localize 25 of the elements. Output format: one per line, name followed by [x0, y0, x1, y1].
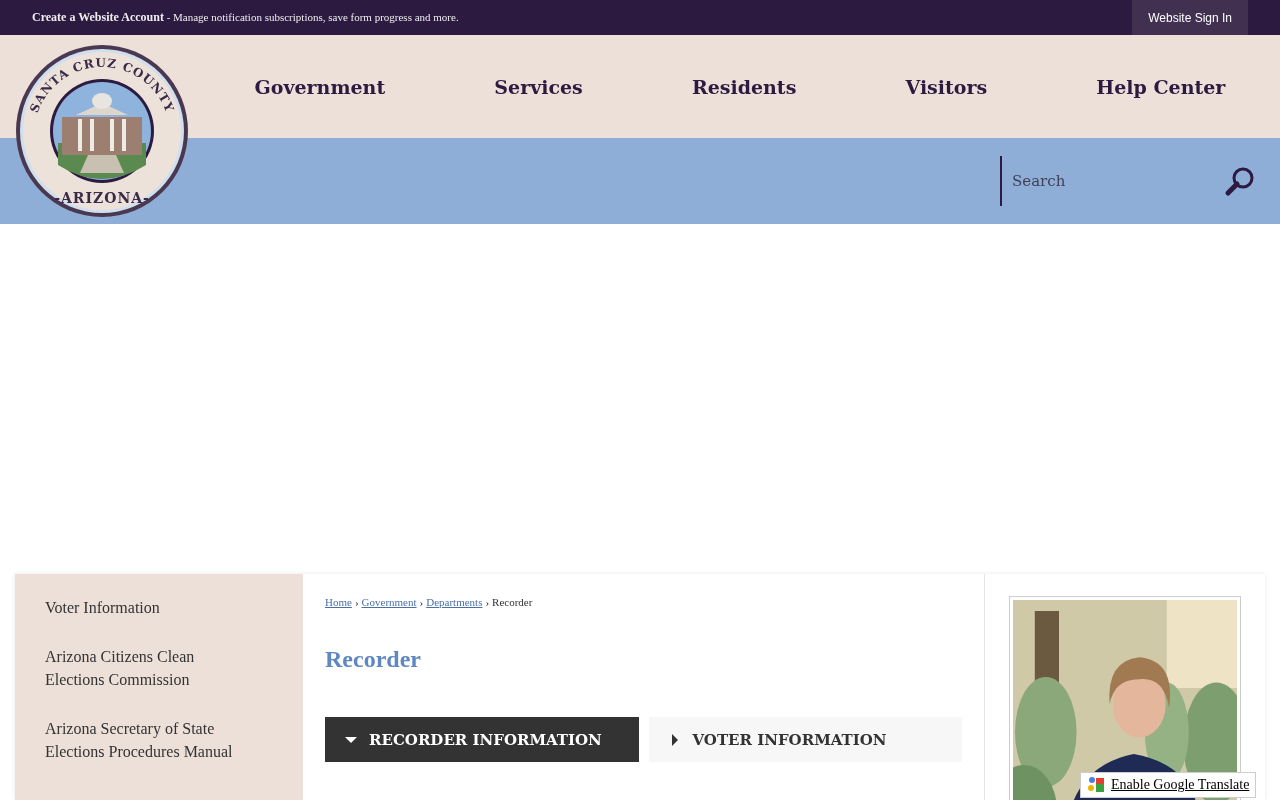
- google-translate-icon: [1087, 776, 1105, 794]
- nav-link[interactable]: Residents: [691, 75, 797, 98]
- search-icon[interactable]: [1224, 165, 1256, 197]
- breadcrumb-separator: ›: [485, 596, 490, 608]
- account-note: - Manage notification subscriptions, save form progress and more.: [166, 11, 459, 23]
- search-field[interactable]: Search: [1000, 156, 1180, 206]
- sign-in-button[interactable]: Website Sign In: [1132, 0, 1248, 35]
- sidebar-link[interactable]: Arizona Citizens Clean Elections Commission: [45, 645, 245, 691]
- breadcrumb-separator: ›: [354, 596, 359, 608]
- accordion-tab[interactable]: VOTER INFORMATION: [648, 717, 962, 762]
- translate-link[interactable]: Enable Google Translate: [1080, 772, 1257, 798]
- nav-link[interactable]: Visitors: [905, 75, 988, 98]
- create-account-link[interactable]: Create a Website Account: [32, 10, 164, 24]
- nav-link[interactable]: Services: [494, 75, 583, 98]
- nav-link[interactable]: Help Center: [1096, 75, 1226, 98]
- sidebar-link[interactable]: Voter Information: [45, 596, 245, 619]
- breadcrumb-link[interactable]: Departments: [426, 596, 483, 608]
- breadcrumb-link[interactable]: Government: [361, 596, 417, 608]
- sidebar-link[interactable]: Arizona Secretary of State Elections Procedures Manual: [45, 717, 245, 763]
- page-title: Recorder: [325, 646, 422, 673]
- breadcrumb-link[interactable]: Home: [325, 596, 352, 608]
- breadcrumb-current: Recorder: [492, 596, 533, 608]
- breadcrumb-separator: ›: [419, 596, 424, 608]
- accordion-tab[interactable]: RECORDER INFORMATION: [325, 717, 639, 762]
- nav-link[interactable]: Government: [254, 75, 386, 98]
